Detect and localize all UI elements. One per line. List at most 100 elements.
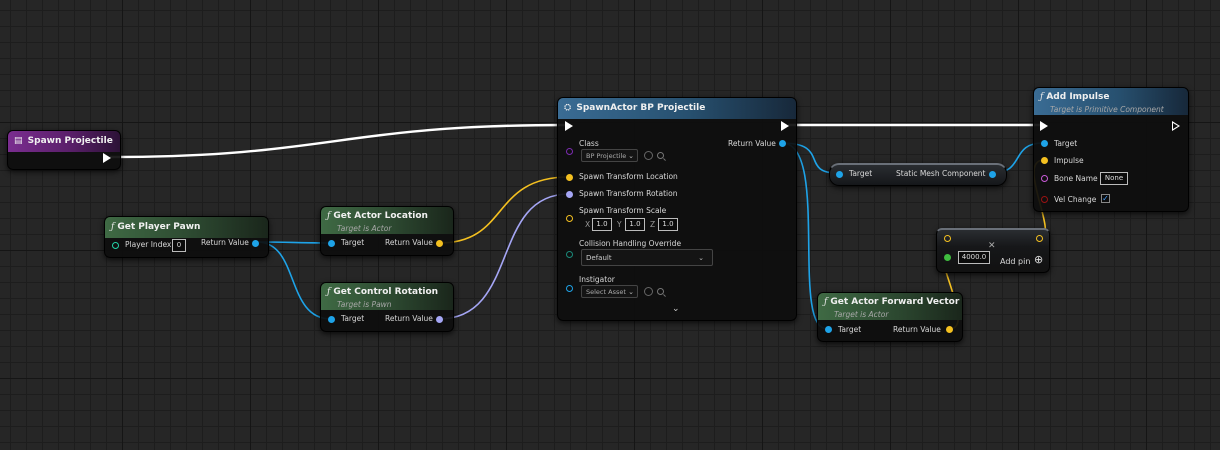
spawn-actor-header: ⛭ SpawnActor BP Projectile: [558, 98, 796, 119]
get-player-pawn-header: ƒ Get Player Pawn: [105, 217, 268, 238]
class-use-selected-icon[interactable]: [644, 151, 653, 160]
get-player-pawn-return-pin[interactable]: [252, 240, 259, 247]
get-actor-location-node[interactable]: ƒ Get Actor Location Target is Actor Targ…: [320, 206, 454, 256]
forward-vector-return-pin[interactable]: [946, 326, 953, 333]
static-mesh-target-pin[interactable]: [836, 171, 843, 178]
instigator-label: Instigator: [579, 275, 615, 284]
instigator-pin[interactable]: [566, 285, 573, 292]
bone-name-input[interactable]: None: [1100, 172, 1128, 185]
spawn-location-pin[interactable]: [566, 174, 573, 181]
add-impulse-title: Add Impulse: [1046, 92, 1110, 102]
get-control-rotation-node[interactable]: ƒ Get Control Rotation Target is Pawn Tar…: [320, 282, 454, 332]
vel-change-pin[interactable]: [1041, 196, 1048, 203]
player-index-pin[interactable]: [112, 242, 119, 249]
instigator-use-selected-icon[interactable]: [644, 287, 653, 296]
add-impulse-subtitle: Target is Primitive Component: [1050, 105, 1164, 114]
get-actor-location-target-label: Target: [341, 238, 365, 247]
spawn-scale-label: Spawn Transform Scale: [579, 206, 667, 215]
static-mesh-output-pin[interactable]: [989, 171, 996, 178]
instigator-browse-search-icon[interactable]: [657, 288, 664, 295]
get-actor-location-return-label: Return Value: [385, 238, 433, 247]
add-pin-plus-icon[interactable]: ⊕: [1034, 253, 1043, 266]
impulse-vector-pin[interactable]: [1041, 157, 1048, 164]
spawn-actor-title: SpawnActor BP Projectile: [576, 103, 706, 113]
impulse-vector-label: Impulse: [1054, 156, 1084, 165]
spawn-actor-exec-out-pin[interactable]: [781, 121, 789, 131]
get-control-rotation-return-label: Return Value: [385, 314, 433, 323]
get-control-rotation-target-pin[interactable]: [328, 316, 335, 323]
function-icon: ƒ: [327, 211, 331, 221]
get-actor-forward-vector-node[interactable]: ƒ Get Actor Forward Vector Target is Acto…: [817, 292, 963, 342]
forward-vector-header: ƒ Get Actor Forward Vector Target is Acto…: [818, 293, 962, 320]
add-impulse-node[interactable]: ƒ Add Impulse Target is Primitive Compone…: [1033, 87, 1189, 212]
get-actor-location-target-pin[interactable]: [328, 240, 335, 247]
spawn-actor-return-label: Return Value: [728, 139, 776, 148]
scale-z-label: Z: [650, 220, 656, 229]
spawn-actor-icon: ⛭: [564, 103, 572, 113]
multiply-output-pin[interactable]: [1036, 235, 1043, 242]
function-icon: ƒ: [111, 222, 115, 232]
scale-y-input[interactable]: 1.0: [625, 218, 645, 231]
scale-y-label: Y: [617, 220, 622, 229]
function-icon: ƒ: [824, 297, 828, 307]
forward-vector-return-label: Return Value: [893, 325, 941, 334]
instigator-dropdown[interactable]: Select Asset ⌄: [581, 285, 638, 298]
class-dropdown[interactable]: BP Projectile ⌄: [581, 149, 638, 162]
impulse-target-pin[interactable]: [1041, 140, 1048, 147]
collision-dropdown-value: Default: [586, 254, 612, 262]
add-impulse-exec-out-pin[interactable]: [1172, 121, 1180, 131]
player-index-input[interactable]: 0: [172, 239, 186, 252]
multiply-float-input[interactable]: 4000.0: [958, 251, 990, 264]
class-pin[interactable]: [566, 148, 573, 155]
class-browse-search-icon[interactable]: [657, 152, 664, 159]
spawn-actor-return-pin[interactable]: [779, 140, 786, 147]
bone-name-pin[interactable]: [1041, 175, 1048, 182]
static-mesh-getter-node[interactable]: Target Static Mesh Component: [829, 163, 1007, 186]
get-actor-location-return-pin[interactable]: [436, 240, 443, 247]
class-label: Class: [579, 139, 599, 148]
get-control-rotation-target-label: Target: [341, 314, 365, 323]
player-index-label: Player Index: [125, 240, 172, 249]
wire-location-to-spawn[interactable]: [438, 176, 570, 244]
get-actor-location-subtitle: Target is Actor: [337, 224, 392, 233]
multiply-input-a-pin[interactable]: [944, 235, 951, 242]
get-player-pawn-node[interactable]: ƒ Get Player Pawn Player Index 0 Return V…: [104, 216, 269, 258]
get-actor-location-header: ƒ Get Actor Location Target is Actor: [321, 207, 453, 234]
static-mesh-output-label: Static Mesh Component: [896, 169, 986, 178]
spawn-rotation-pin[interactable]: [566, 191, 573, 198]
wire-rotation-to-spawn[interactable]: [438, 193, 570, 320]
vel-change-checkbox[interactable]: ✓: [1101, 194, 1110, 203]
spawn-scale-pin[interactable]: [566, 215, 573, 222]
add-pin-label[interactable]: Add pin: [1000, 257, 1030, 267]
spawn-projectile-exec-out-pin[interactable]: [103, 153, 111, 163]
chevron-down-icon: ⌄: [628, 288, 634, 296]
impulse-target-label: Target: [1054, 139, 1078, 148]
multiply-node[interactable]: ✕ 4000.0 Add pin ⊕: [936, 228, 1050, 273]
function-icon: ƒ: [327, 287, 331, 297]
exec-wire-event-to-spawn[interactable]: [109, 123, 566, 159]
forward-vector-target-label: Target: [838, 325, 862, 334]
add-impulse-exec-in-pin[interactable]: [1040, 121, 1048, 131]
scale-x-label: X: [585, 220, 591, 229]
forward-vector-target-pin[interactable]: [825, 326, 832, 333]
spawn-actor-node[interactable]: ⛭ SpawnActor BP Projectile Class BP Proj…: [557, 97, 797, 321]
get-control-rotation-header: ƒ Get Control Rotation Target is Pawn: [321, 283, 453, 310]
spawn-actor-exec-in-pin[interactable]: [565, 121, 573, 131]
close-icon[interactable]: ✕: [988, 241, 996, 251]
advanced-expand-chevron-icon[interactable]: ⌄: [672, 304, 680, 314]
forward-vector-title: Get Actor Forward Vector: [830, 297, 960, 307]
collision-dropdown[interactable]: Default ⌄: [581, 249, 713, 266]
scale-z-input[interactable]: 1.0: [658, 218, 678, 231]
spawn-projectile-event-node[interactable]: ▤ Spawn Projectile: [7, 130, 121, 170]
function-icon: ƒ: [1040, 92, 1044, 102]
class-dropdown-value: BP Projectile: [586, 152, 627, 160]
static-mesh-target-label: Target: [849, 169, 873, 178]
get-control-rotation-return-pin[interactable]: [436, 316, 443, 323]
collision-pin[interactable]: [566, 251, 573, 258]
scale-x-input[interactable]: 1.0: [592, 218, 612, 231]
multiply-input-b-pin[interactable]: [944, 254, 951, 261]
spawn-projectile-title: Spawn Projectile: [27, 136, 113, 146]
event-icon: ▤: [14, 136, 23, 146]
get-player-pawn-return-label: Return Value: [201, 238, 249, 247]
spawn-rotation-label: Spawn Transform Rotation: [579, 189, 678, 198]
